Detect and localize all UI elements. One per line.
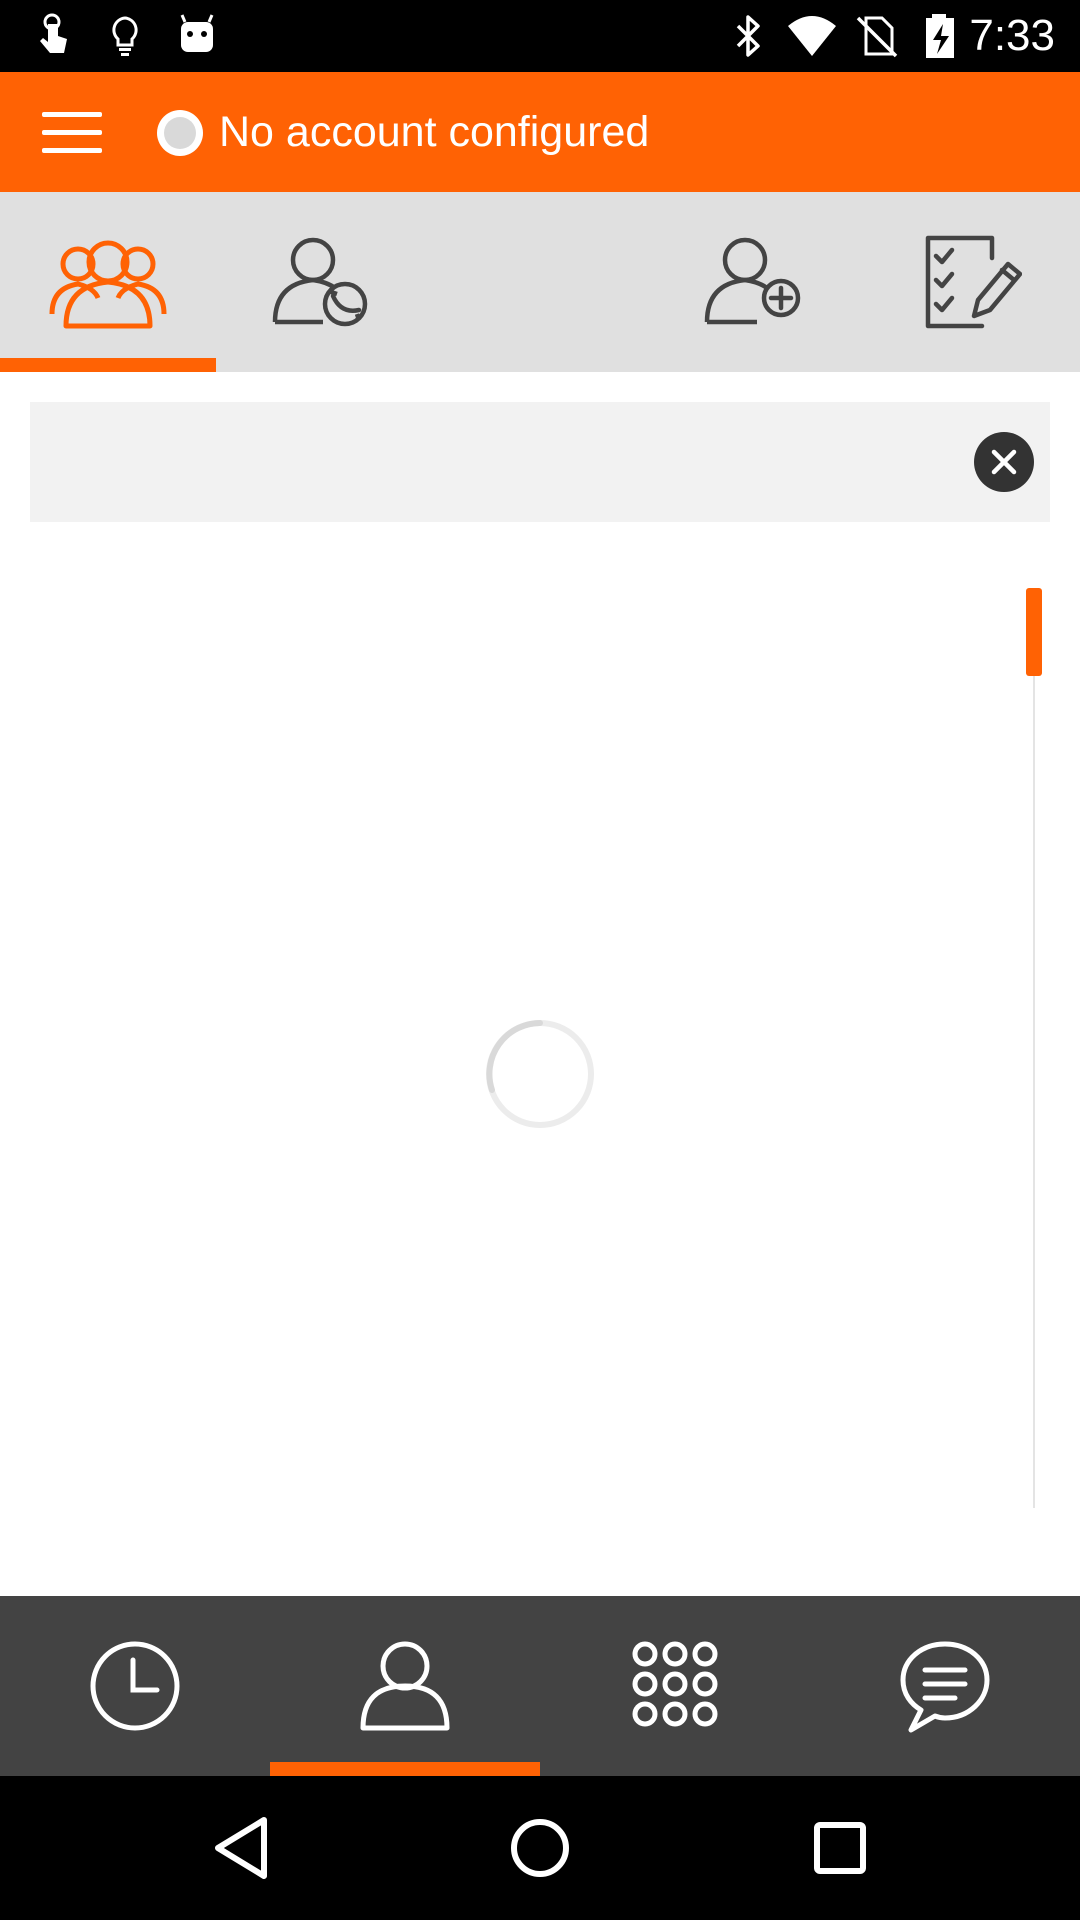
back-triangle-icon — [215, 1817, 267, 1879]
add-contact-icon — [704, 237, 801, 325]
contact-phone-icon — [272, 237, 368, 327]
recents-square-icon — [814, 1822, 866, 1874]
clock-icon — [90, 1641, 180, 1731]
tab-all-contacts[interactable] — [0, 192, 216, 372]
no-sim-icon — [856, 16, 898, 58]
recents-button[interactable] — [790, 1798, 890, 1898]
back-button[interactable] — [192, 1798, 292, 1898]
chat-icon — [900, 1641, 990, 1733]
nav-history[interactable] — [0, 1596, 270, 1776]
search-bar — [30, 402, 1050, 522]
account-status-indicator — [157, 110, 203, 156]
loading-spinner-icon — [486, 1020, 594, 1128]
scrollbar-thumb[interactable] — [1026, 588, 1042, 676]
status-bar: 7:33 — [0, 0, 1080, 72]
contact-tabs — [0, 192, 1080, 372]
home-circle-icon — [511, 1819, 569, 1877]
clock-time: 7:33 — [969, 11, 1055, 60]
nav-contacts[interactable] — [270, 1596, 540, 1776]
checklist-edit-icon — [925, 235, 1022, 329]
scroll-track[interactable] — [1033, 590, 1035, 1508]
tab-contact-list-edit[interactable] — [864, 192, 1080, 372]
bluetooth-icon — [736, 15, 760, 57]
android-icon — [180, 14, 214, 52]
dialpad-icon — [632, 1641, 718, 1727]
tab-sip-contacts[interactable] — [216, 192, 432, 372]
app-toolbar: No account configured — [0, 72, 1080, 192]
wifi-icon — [788, 16, 836, 56]
account-title[interactable]: No account configured — [219, 106, 649, 158]
touch-gesture-icon — [40, 13, 67, 53]
person-icon — [360, 1641, 450, 1731]
close-icon — [991, 449, 1017, 475]
tab-indicator — [0, 358, 216, 372]
lightbulb-icon — [112, 16, 138, 56]
nav-chat[interactable] — [810, 1596, 1080, 1776]
tab-add-contact[interactable] — [648, 192, 864, 372]
nav-dialpad[interactable] — [540, 1596, 810, 1776]
system-navigation-bar — [0, 1776, 1080, 1920]
battery-charging-icon — [926, 14, 954, 58]
group-icon — [49, 240, 167, 329]
search-input[interactable] — [50, 422, 950, 502]
hamburger-menu-icon[interactable] — [30, 96, 110, 168]
nav-indicator — [270, 1762, 540, 1776]
home-button[interactable] — [490, 1798, 590, 1898]
clear-search-button[interactable] — [974, 432, 1034, 492]
bottom-navigation — [0, 1596, 1080, 1776]
contacts-list[interactable] — [0, 540, 1080, 1596]
